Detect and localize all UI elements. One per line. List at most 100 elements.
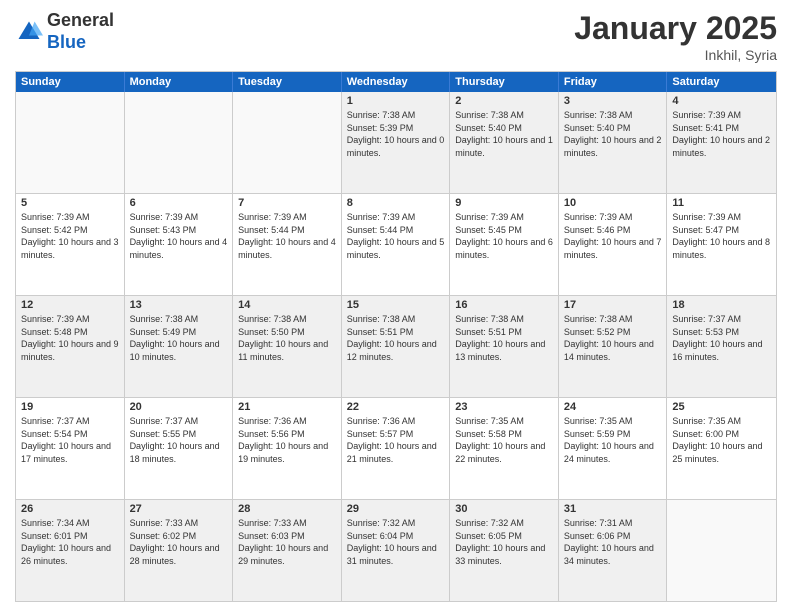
day-info: Sunrise: 7:33 AMSunset: 6:02 PMDaylight:… <box>130 517 228 567</box>
day-info: Sunrise: 7:33 AMSunset: 6:03 PMDaylight:… <box>238 517 336 567</box>
day-info: Sunrise: 7:39 AMSunset: 5:48 PMDaylight:… <box>21 313 119 363</box>
calendar-week: 26 Sunrise: 7:34 AMSunset: 6:01 PMDayligh… <box>16 499 776 601</box>
calendar-cell: 11 Sunrise: 7:39 AMSunset: 5:47 PMDayligh… <box>667 194 776 295</box>
calendar-cell <box>16 92 125 193</box>
calendar-cell: 12Sunrise: 7:39 AMSunset: 5:48 PMDayligh… <box>16 296 125 397</box>
calendar-cell: 14 Sunrise: 7:38 AMSunset: 5:50 PMDayligh… <box>233 296 342 397</box>
calendar-cell: 25Sunrise: 7:35 AMSunset: 6:00 PMDayligh… <box>667 398 776 499</box>
day-info: Sunrise: 7:39 AMSunset: 5:45 PMDaylight:… <box>455 211 553 261</box>
day-info: Sunrise: 7:35 AMSunset: 5:58 PMDaylight:… <box>455 415 553 465</box>
day-info: Sunrise: 7:37 AMSunset: 5:55 PMDaylight:… <box>130 415 228 465</box>
calendar-cell: 8 Sunrise: 7:39 AMSunset: 5:44 PMDaylight… <box>342 194 451 295</box>
day-info: Sunrise: 7:39 AMSunset: 5:41 PMDaylight:… <box>672 109 771 159</box>
day-info: Sunrise: 7:37 AMSunset: 5:53 PMDaylight:… <box>672 313 771 363</box>
calendar-cell: 7 Sunrise: 7:39 AMSunset: 5:44 PMDaylight… <box>233 194 342 295</box>
day-number: 23 <box>455 401 553 413</box>
day-info: Sunrise: 7:38 AMSunset: 5:40 PMDaylight:… <box>564 109 662 159</box>
calendar-week: 1 Sunrise: 7:38 AMSunset: 5:39 PMDaylight… <box>16 92 776 193</box>
day-info: Sunrise: 7:35 AMSunset: 6:00 PMDaylight:… <box>672 415 771 465</box>
day-info: Sunrise: 7:37 AMSunset: 5:54 PMDaylight:… <box>21 415 119 465</box>
weekday-header: Thursday <box>450 72 559 92</box>
logo: General Blue <box>15 10 114 53</box>
calendar-body: 1 Sunrise: 7:38 AMSunset: 5:39 PMDaylight… <box>16 92 776 601</box>
day-number: 5 <box>21 197 119 209</box>
day-number: 19 <box>21 401 119 413</box>
day-info: Sunrise: 7:32 AMSunset: 6:05 PMDaylight:… <box>455 517 553 567</box>
calendar-cell: 19 Sunrise: 7:37 AMSunset: 5:54 PMDayligh… <box>16 398 125 499</box>
calendar-cell: 21 Sunrise: 7:36 AMSunset: 5:56 PMDayligh… <box>233 398 342 499</box>
calendar-week: 12Sunrise: 7:39 AMSunset: 5:48 PMDayligh… <box>16 295 776 397</box>
day-number: 26 <box>21 503 119 515</box>
day-number: 11 <box>672 197 771 209</box>
calendar-cell: 4 Sunrise: 7:39 AMSunset: 5:41 PMDaylight… <box>667 92 776 193</box>
calendar-cell: 3 Sunrise: 7:38 AMSunset: 5:40 PMDaylight… <box>559 92 668 193</box>
day-number: 22 <box>347 401 445 413</box>
day-number: 2 <box>455 95 553 107</box>
weekday-header: Friday <box>559 72 668 92</box>
day-number: 18 <box>672 299 771 311</box>
calendar-cell: 15 Sunrise: 7:38 AMSunset: 5:51 PMDayligh… <box>342 296 451 397</box>
day-info: Sunrise: 7:38 AMSunset: 5:39 PMDaylight:… <box>347 109 445 159</box>
day-info: Sunrise: 7:35 AMSunset: 5:59 PMDaylight:… <box>564 415 662 465</box>
calendar-cell: 6Sunrise: 7:39 AMSunset: 5:43 PMDaylight… <box>125 194 234 295</box>
day-info: Sunrise: 7:38 AMSunset: 5:49 PMDaylight:… <box>130 313 228 363</box>
calendar-cell: 5 Sunrise: 7:39 AMSunset: 5:42 PMDaylight… <box>16 194 125 295</box>
calendar-cell: 16Sunrise: 7:38 AMSunset: 5:51 PMDayligh… <box>450 296 559 397</box>
calendar-cell: 1 Sunrise: 7:38 AMSunset: 5:39 PMDaylight… <box>342 92 451 193</box>
calendar-cell: 20 Sunrise: 7:37 AMSunset: 5:55 PMDayligh… <box>125 398 234 499</box>
calendar-cell: 17Sunrise: 7:38 AMSunset: 5:52 PMDayligh… <box>559 296 668 397</box>
logo-general-text: General <box>47 10 114 30</box>
day-number: 1 <box>347 95 445 107</box>
calendar-week: 5 Sunrise: 7:39 AMSunset: 5:42 PMDaylight… <box>16 193 776 295</box>
calendar-cell: 24 Sunrise: 7:35 AMSunset: 5:59 PMDayligh… <box>559 398 668 499</box>
calendar-cell: 23 Sunrise: 7:35 AMSunset: 5:58 PMDayligh… <box>450 398 559 499</box>
weekday-header: Tuesday <box>233 72 342 92</box>
day-number: 24 <box>564 401 662 413</box>
logo-blue-text: Blue <box>47 32 86 52</box>
day-info: Sunrise: 7:36 AMSunset: 5:56 PMDaylight:… <box>238 415 336 465</box>
day-info: Sunrise: 7:32 AMSunset: 6:04 PMDaylight:… <box>347 517 445 567</box>
logo-icon <box>15 18 43 46</box>
day-info: Sunrise: 7:39 AMSunset: 5:44 PMDaylight:… <box>347 211 445 261</box>
calendar-cell: 2 Sunrise: 7:38 AMSunset: 5:40 PMDaylight… <box>450 92 559 193</box>
day-info: Sunrise: 7:38 AMSunset: 5:51 PMDaylight:… <box>455 313 553 363</box>
weekday-header: Wednesday <box>342 72 451 92</box>
day-info: Sunrise: 7:38 AMSunset: 5:51 PMDaylight:… <box>347 313 445 363</box>
day-info: Sunrise: 7:36 AMSunset: 5:57 PMDaylight:… <box>347 415 445 465</box>
day-number: 10 <box>564 197 662 209</box>
calendar-cell: 28Sunrise: 7:33 AMSunset: 6:03 PMDayligh… <box>233 500 342 601</box>
day-info: Sunrise: 7:39 AMSunset: 5:42 PMDaylight:… <box>21 211 119 261</box>
day-number: 15 <box>347 299 445 311</box>
calendar-cell: 22 Sunrise: 7:36 AMSunset: 5:57 PMDayligh… <box>342 398 451 499</box>
title-block: January 2025 Inkhil, Syria <box>574 10 777 63</box>
day-number: 8 <box>347 197 445 209</box>
header: General Blue January 2025 Inkhil, Syria <box>15 10 777 63</box>
day-number: 31 <box>564 503 662 515</box>
day-info: Sunrise: 7:39 AMSunset: 5:43 PMDaylight:… <box>130 211 228 261</box>
day-number: 4 <box>672 95 771 107</box>
calendar-header: SundayMondayTuesdayWednesdayThursdayFrid… <box>16 72 776 92</box>
calendar-cell <box>667 500 776 601</box>
weekday-header: Sunday <box>16 72 125 92</box>
day-info: Sunrise: 7:39 AMSunset: 5:44 PMDaylight:… <box>238 211 336 261</box>
day-number: 3 <box>564 95 662 107</box>
calendar-cell: 29Sunrise: 7:32 AMSunset: 6:04 PMDayligh… <box>342 500 451 601</box>
calendar: SundayMondayTuesdayWednesdayThursdayFrid… <box>15 71 777 602</box>
day-number: 27 <box>130 503 228 515</box>
day-info: Sunrise: 7:34 AMSunset: 6:01 PMDaylight:… <box>21 517 119 567</box>
day-info: Sunrise: 7:39 AMSunset: 5:47 PMDaylight:… <box>672 211 771 261</box>
day-info: Sunrise: 7:39 AMSunset: 5:46 PMDaylight:… <box>564 211 662 261</box>
day-number: 14 <box>238 299 336 311</box>
calendar-cell: 31 Sunrise: 7:31 AMSunset: 6:06 PMDayligh… <box>559 500 668 601</box>
calendar-cell: 26 Sunrise: 7:34 AMSunset: 6:01 PMDayligh… <box>16 500 125 601</box>
calendar-cell: 10 Sunrise: 7:39 AMSunset: 5:46 PMDayligh… <box>559 194 668 295</box>
day-number: 7 <box>238 197 336 209</box>
calendar-cell: 13Sunrise: 7:38 AMSunset: 5:49 PMDayligh… <box>125 296 234 397</box>
day-info: Sunrise: 7:38 AMSunset: 5:50 PMDaylight:… <box>238 313 336 363</box>
weekday-header: Saturday <box>667 72 776 92</box>
day-number: 21 <box>238 401 336 413</box>
day-info: Sunrise: 7:31 AMSunset: 6:06 PMDaylight:… <box>564 517 662 567</box>
day-number: 20 <box>130 401 228 413</box>
day-info: Sunrise: 7:38 AMSunset: 5:40 PMDaylight:… <box>455 109 553 159</box>
calendar-cell: 27 Sunrise: 7:33 AMSunset: 6:02 PMDayligh… <box>125 500 234 601</box>
